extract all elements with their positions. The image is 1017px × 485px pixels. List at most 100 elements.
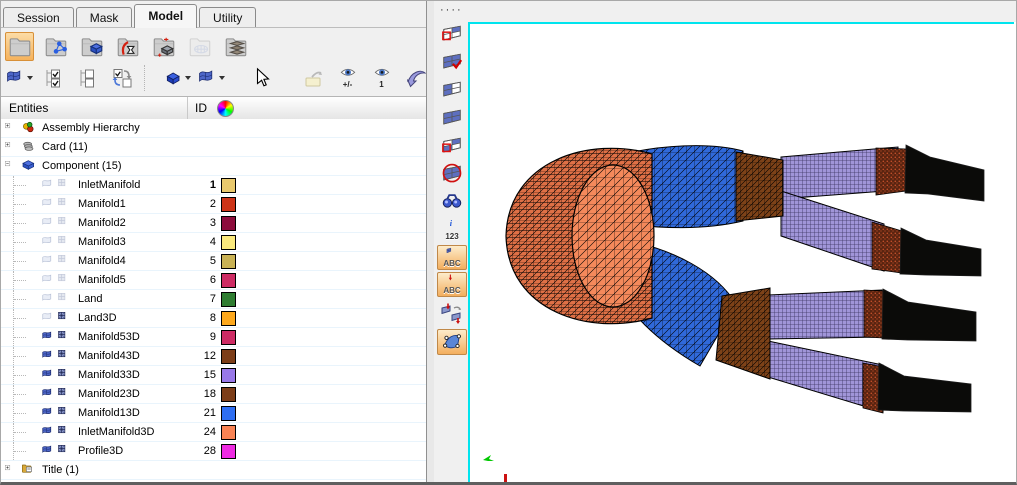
geometry-flag-icon[interactable] bbox=[41, 273, 57, 287]
geometry-flag-icon[interactable] bbox=[41, 311, 57, 325]
geometry-flag-icon[interactable] bbox=[41, 178, 57, 192]
expander-minus-icon[interactable] bbox=[5, 161, 16, 172]
tree-item-manifold53d[interactable]: Manifold53D9 bbox=[1, 328, 426, 347]
color-swatch[interactable] bbox=[221, 406, 236, 421]
toolbar-grip[interactable]: ···· bbox=[440, 5, 468, 19]
open-model-folder-icon[interactable] bbox=[5, 32, 34, 61]
tab-mask[interactable]: Mask bbox=[76, 7, 133, 28]
color-swatch[interactable] bbox=[221, 235, 236, 250]
color-swatch[interactable] bbox=[221, 330, 236, 345]
mesh-grid-icon[interactable] bbox=[57, 311, 73, 325]
mesh-grid-icon[interactable] bbox=[57, 387, 73, 401]
mesh-grid-icon[interactable] bbox=[57, 178, 73, 192]
collector-flag-dropdown[interactable] bbox=[197, 64, 226, 93]
import-deck-folder-icon[interactable] bbox=[41, 32, 70, 61]
geometry-flag-icon[interactable] bbox=[41, 387, 57, 401]
eye-isolate-icon[interactable]: 1 bbox=[367, 64, 396, 93]
mask-accept-mesh-icon[interactable] bbox=[437, 49, 467, 75]
mask-select-mesh-icon[interactable] bbox=[437, 21, 467, 47]
pointer-select-icon[interactable] bbox=[248, 64, 277, 93]
mesh-grid-icon[interactable] bbox=[57, 425, 73, 439]
mesh-grid-icon[interactable] bbox=[57, 235, 73, 249]
tree-item-manifold13d[interactable]: Manifold13D21 bbox=[1, 404, 426, 423]
geometry-flag-icon[interactable] bbox=[41, 349, 57, 363]
tree-item-inletmanifold3d[interactable]: InletManifold3D24 bbox=[1, 423, 426, 442]
tree-item-inletmanifold[interactable]: InletManifold1 bbox=[1, 176, 426, 195]
color-swatch[interactable] bbox=[221, 273, 236, 288]
import-geometry-folder-icon[interactable] bbox=[185, 32, 214, 61]
mesh-grid-icon[interactable] bbox=[57, 444, 73, 458]
component-collector-dropdown[interactable] bbox=[5, 64, 34, 93]
color-swatch[interactable] bbox=[221, 197, 236, 212]
tree-item-manifold4[interactable]: Manifold45 bbox=[1, 252, 426, 271]
entities-column-header[interactable]: Entities bbox=[1, 101, 187, 115]
mask-none-mesh-icon[interactable] bbox=[437, 161, 467, 187]
check-all-collectors-icon[interactable] bbox=[39, 64, 68, 93]
color-swatch[interactable] bbox=[221, 178, 236, 193]
find-binoculars-icon[interactable] bbox=[437, 189, 467, 215]
geometry-flag-icon[interactable] bbox=[41, 197, 57, 211]
mask-partial-mesh-icon[interactable] bbox=[437, 77, 467, 103]
tree-item-card-11[interactable]: Card (11) bbox=[1, 138, 426, 157]
tree-item-profile3d[interactable]: Profile3D28 bbox=[1, 442, 426, 461]
tree-item-manifold1[interactable]: Manifold12 bbox=[1, 195, 426, 214]
mesh-grid-icon[interactable] bbox=[57, 254, 73, 268]
tree-item-land3d[interactable]: Land3D8 bbox=[1, 309, 426, 328]
eye-show-hide-icon[interactable]: +/- bbox=[333, 64, 362, 93]
color-swatch[interactable] bbox=[221, 292, 236, 307]
geometry-flag-icon[interactable] bbox=[41, 330, 57, 344]
dropdown-caret-icon[interactable] bbox=[185, 76, 191, 80]
uncheck-all-collectors-icon[interactable] bbox=[73, 64, 102, 93]
labels-arrow-abc-button[interactable]: ABC bbox=[437, 272, 467, 297]
color-swatch[interactable] bbox=[221, 349, 236, 364]
tree-item-land[interactable]: Land7 bbox=[1, 290, 426, 309]
geometry-flag-icon[interactable] bbox=[41, 425, 57, 439]
color-swatch[interactable] bbox=[221, 216, 236, 231]
geometry-flag-icon[interactable] bbox=[41, 292, 57, 306]
geometry-flag-icon[interactable] bbox=[41, 235, 57, 249]
dropdown-caret-icon[interactable] bbox=[27, 76, 33, 80]
mesh-grid-icon[interactable] bbox=[57, 273, 73, 287]
recent-files-folder-icon[interactable] bbox=[113, 32, 142, 61]
color-swatch[interactable] bbox=[221, 387, 236, 402]
note-attach-icon[interactable] bbox=[299, 64, 328, 93]
expander-plus-icon[interactable] bbox=[5, 142, 16, 153]
color-swatch[interactable] bbox=[221, 444, 236, 459]
surface-edit-button[interactable] bbox=[437, 329, 467, 355]
color-swatch[interactable] bbox=[221, 425, 236, 440]
color-swatch[interactable] bbox=[221, 311, 236, 326]
geometry-flag-icon[interactable] bbox=[41, 254, 57, 268]
load-model-folder-icon[interactable] bbox=[77, 32, 106, 61]
entity-cube-dropdown[interactable] bbox=[163, 64, 192, 93]
mesh-grid-icon[interactable] bbox=[57, 406, 73, 420]
labels-abc-button[interactable]: ABC bbox=[437, 245, 467, 270]
tab-model[interactable]: Model bbox=[134, 4, 197, 28]
expander-plus-icon[interactable] bbox=[5, 465, 16, 476]
tree-item-manifold2[interactable]: Manifold23 bbox=[1, 214, 426, 233]
organize-folder-icon[interactable] bbox=[221, 32, 250, 61]
mask-region-mesh-icon[interactable] bbox=[437, 133, 467, 159]
geometry-flag-icon[interactable] bbox=[41, 444, 57, 458]
tree-item-component-15[interactable]: Component (15) bbox=[1, 157, 426, 176]
numbers-info-icon[interactable]: i123 bbox=[437, 217, 467, 243]
mesh-grid-icon[interactable] bbox=[57, 216, 73, 230]
geometry-flag-icon[interactable] bbox=[41, 406, 57, 420]
mesh-grid-icon[interactable] bbox=[57, 368, 73, 382]
mesh-grid-icon[interactable] bbox=[57, 292, 73, 306]
export-deck-folder-icon[interactable] bbox=[149, 32, 178, 61]
mask-full-mesh-icon[interactable] bbox=[437, 105, 467, 131]
color-swatch[interactable] bbox=[221, 368, 236, 383]
color-swatch[interactable] bbox=[221, 254, 236, 269]
color-wheel-icon[interactable] bbox=[217, 100, 234, 117]
tree-item-title-1[interactable]: Title (1) bbox=[1, 461, 426, 480]
tree-item-manifold43d[interactable]: Manifold43D12 bbox=[1, 347, 426, 366]
tab-utility[interactable]: Utility bbox=[199, 7, 256, 28]
expander-plus-icon[interactable] bbox=[5, 123, 16, 134]
dropdown-caret-icon[interactable] bbox=[219, 76, 225, 80]
tree-item-manifold33d[interactable]: Manifold33D15 bbox=[1, 366, 426, 385]
geometry-flag-icon[interactable] bbox=[41, 216, 57, 230]
geometry-flag-icon[interactable] bbox=[41, 368, 57, 382]
mesh-grid-icon[interactable] bbox=[57, 349, 73, 363]
mesh-grid-icon[interactable] bbox=[57, 197, 73, 211]
id-column-header[interactable]: ID bbox=[188, 101, 214, 115]
